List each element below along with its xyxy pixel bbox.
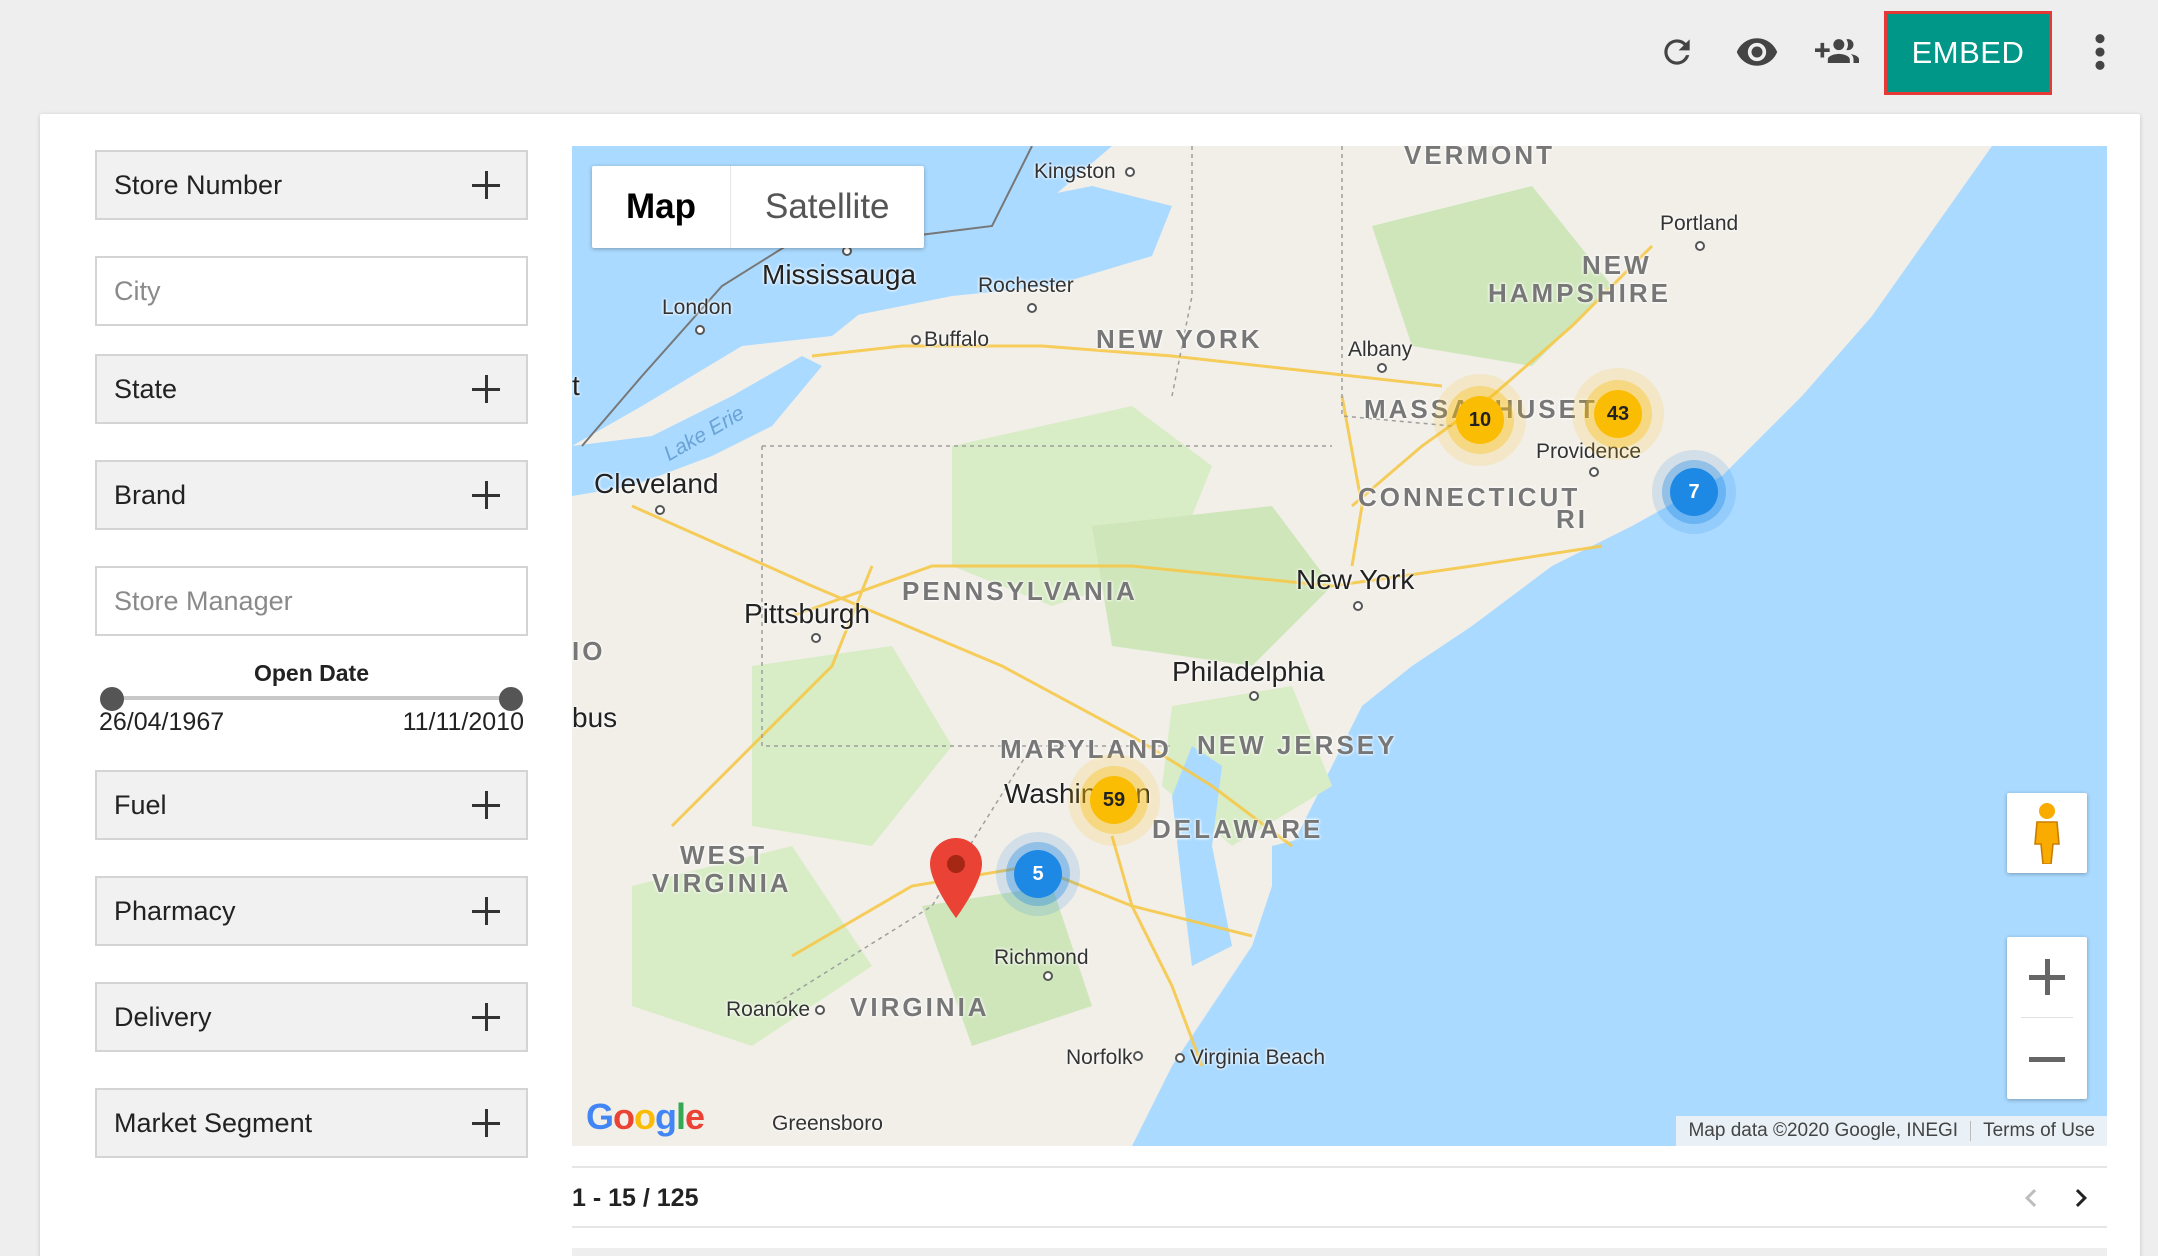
filter-label: Market Segment [114,1107,313,1138]
plus-icon [470,1001,502,1033]
plus-icon [470,169,502,201]
map-type-control: Map Satellite [592,166,924,248]
map-label: NEW JERSEY [1197,730,1398,760]
map-label: Kingston [1034,160,1116,183]
map-label: Richmond [994,946,1089,969]
map-type-map[interactable]: Map [592,166,730,248]
map-view[interactable]: VERMONT Kingston Portland Mississauga Ro… [572,146,2107,1146]
filter-delivery[interactable]: Delivery [95,982,528,1052]
filter-label: Store Number [114,169,283,200]
map-label: Buffalo [924,328,989,351]
map-label: MARYLAND [1000,734,1172,764]
plus-icon [470,1107,502,1139]
map-label: Cleveland [594,468,719,499]
map-label: Philadelphia [1172,656,1325,687]
map-label: New York [1296,564,1415,595]
filter-pharmacy[interactable]: Pharmacy [95,876,528,946]
filter-state[interactable]: State [95,354,528,424]
cluster-marker[interactable]: 59 [1090,776,1138,824]
divider [572,1166,2107,1168]
map-label: Greensboro [772,1112,883,1135]
filter-label: Fuel [114,789,167,820]
chevron-right-icon[interactable] [2063,1180,2099,1216]
open-date-slider: Open Date 26/04/1967 11/11/2010 [95,660,528,740]
cluster-marker[interactable]: 43 [1594,390,1642,438]
map-type-satellite[interactable]: Satellite [730,166,924,248]
refresh-icon[interactable] [1653,28,1701,76]
map-label: DELAWARE [1152,814,1324,844]
plus-icon[interactable] [2007,937,2087,1017]
pegman-icon[interactable] [2007,793,2087,873]
toolbar: EMBED [0,0,2158,110]
filter-label: Brand [114,479,187,510]
map-label: CONNECTICUT [1358,482,1581,512]
minus-icon[interactable] [2007,1019,2087,1099]
zoom-control [2007,937,2087,1099]
slider-track[interactable] [112,696,512,700]
filter-market-segment[interactable]: Market Segment [95,1088,528,1158]
more-vert-icon[interactable] [2076,28,2124,76]
filter-label: State [114,373,178,404]
plus-icon [470,373,502,405]
open-date-end: 11/11/2010 [402,708,524,736]
map-label: Portland [1660,212,1739,235]
filter-store-number[interactable]: Store Number [95,150,528,220]
map-label: WEST [680,840,768,870]
map-label: Rochester [978,274,1074,297]
map-attribution: Map data ©2020 Google, INEGI Terms of Us… [1676,1116,2107,1146]
plus-icon [470,895,502,927]
map-label: VIRGINIA [850,992,990,1022]
map-label: London [662,296,733,319]
plus-icon [470,479,502,511]
pagination-text: 1 - 15 / 125 [572,1184,699,1212]
map-label: RI [1556,504,1588,534]
city-input[interactable]: City [95,256,528,326]
filter-label: Pharmacy [114,895,236,926]
map-label: NEW YORK [1096,324,1263,354]
map-label: Pittsburgh [744,598,871,629]
map-label: Virginia Beach [1190,1046,1326,1069]
table-header-strip [572,1248,2107,1256]
filter-fuel[interactable]: Fuel [95,770,528,840]
cluster-marker[interactable]: 7 [1670,468,1718,516]
map-label: IO [572,636,606,666]
open-date-title: Open Date [253,660,370,686]
plus-icon [470,789,502,821]
map-label: NEW [1582,250,1652,280]
store-manager-placeholder: Store Manager [114,585,293,616]
cluster-marker[interactable]: 5 [1014,850,1062,898]
map-label: VIRGINIA [652,868,792,898]
map-label: Albany [1348,338,1413,361]
city-placeholder: City [114,275,161,306]
map-label: Mississauga [762,259,917,290]
terms-link[interactable]: Terms of Use [1971,1120,2107,1142]
map-label: bus [572,702,618,733]
map-label: t [572,370,580,401]
filter-brand[interactable]: Brand [95,460,528,530]
map-label: HAMPSHIRE [1488,278,1672,308]
map-pin-icon[interactable] [930,838,982,918]
map-label: PENNSYLVANIA [902,576,1138,606]
filter-label: Delivery [114,1001,212,1032]
map-label: Providence [1536,440,1642,463]
cluster-marker[interactable]: 10 [1456,396,1504,444]
chevron-left-icon[interactable] [2013,1180,2049,1216]
attribution-text: Map data ©2020 Google, INEGI [1688,1120,1959,1141]
map-label: Roanoke [726,998,811,1021]
open-date-start: 26/04/1967 [99,708,225,736]
map-label: VERMONT [1404,146,1555,170]
divider [572,1226,2107,1228]
embed-button[interactable]: EMBED [1884,11,2052,95]
map-label: Norfolk [1066,1046,1133,1069]
add-people-icon[interactable] [1813,28,1861,76]
store-manager-input[interactable]: Store Manager [95,566,528,636]
google-logo: Google [586,1096,705,1137]
map-base [572,146,1992,1146]
eye-icon[interactable] [1733,28,1781,76]
